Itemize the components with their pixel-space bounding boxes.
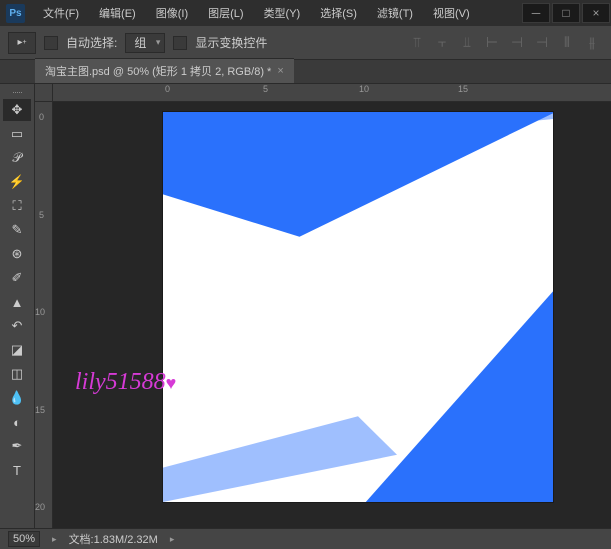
status-menu-arrow-icon[interactable]: ▸ [170, 534, 175, 545]
blur-tool[interactable]: 💧 [3, 387, 31, 409]
brush-tool[interactable]: ✐ [3, 267, 31, 289]
pen-tool[interactable]: ✒ [3, 435, 31, 457]
marquee-tool[interactable]: ▭ [3, 123, 31, 145]
lasso-tool[interactable]: 𝒫 [3, 147, 31, 169]
maximize-button[interactable]: □ [552, 3, 580, 23]
ruler-tick: 10 [35, 307, 45, 317]
type-tool[interactable]: T [3, 459, 31, 481]
menu-bar: 文件(F) 编辑(E) 图像(I) 图层(L) 类型(Y) 选择(S) 滤镜(T… [33, 1, 480, 25]
align-left-icon[interactable]: ⊢ [481, 32, 503, 54]
menu-view[interactable]: 视图(V) [423, 1, 480, 25]
app-logo: Ps [6, 4, 25, 23]
menu-type[interactable]: 类型(Y) [254, 1, 311, 25]
show-transform-checkbox[interactable] [173, 36, 187, 50]
zoom-level-field[interactable]: 50% [8, 531, 40, 547]
menu-layer[interactable]: 图层(L) [198, 1, 253, 25]
ruler-tick: 5 [263, 84, 268, 94]
menu-edit[interactable]: 编辑(E) [89, 1, 146, 25]
document-tab-title: 淘宝主图.psd @ 50% (矩形 1 拷贝 2, RGB/8) * [45, 63, 271, 79]
menu-image[interactable]: 图像(I) [146, 1, 198, 25]
window-controls: ─ □ × [521, 3, 611, 23]
history-brush-tool[interactable]: ↶ [3, 315, 31, 337]
show-transform-label: 显示变换控件 [195, 34, 267, 51]
auto-select-checkbox[interactable] [44, 36, 58, 50]
document-canvas[interactable] [163, 112, 553, 502]
watermark-text: lily51588♥ [75, 369, 176, 396]
current-tool-indicator[interactable]: ▸+ [8, 32, 36, 54]
align-right-icon[interactable]: ⊣ [531, 32, 553, 54]
ruler-tick: 0 [165, 84, 170, 94]
tab-close-icon[interactable]: × [277, 65, 283, 77]
distribute-v-icon[interactable]: ⫵ [581, 32, 603, 54]
align-top-icon[interactable]: ⫪ [406, 32, 428, 54]
select-mode-dropdown[interactable]: 组 [125, 33, 165, 53]
status-bar: 50% ▸ 文档:1.83M/2.32M ▸ [0, 528, 611, 549]
document-tab-bar: 淘宝主图.psd @ 50% (矩形 1 拷贝 2, RGB/8) * × [0, 60, 611, 84]
menu-file[interactable]: 文件(F) [33, 1, 89, 25]
move-tool[interactable]: ✥ [3, 99, 31, 121]
doc-size-label: 文档:1.83M/2.32M [69, 531, 158, 547]
auto-select-label: 自动选择: [66, 34, 117, 51]
document-tab[interactable]: 淘宝主图.psd @ 50% (矩形 1 拷贝 2, RGB/8) * × [35, 58, 294, 83]
title-bar: Ps 文件(F) 编辑(E) 图像(I) 图层(L) 类型(Y) 选择(S) 滤… [0, 0, 611, 26]
ruler-tick: 15 [35, 405, 45, 415]
close-button[interactable]: × [582, 3, 610, 23]
canvas-area: 0 5 10 15 0 5 10 15 20 lily51588♥ [35, 84, 611, 528]
minimize-button[interactable]: ─ [522, 3, 550, 23]
eyedropper-tool[interactable]: ✎ [3, 219, 31, 241]
ruler-tick: 5 [39, 210, 44, 220]
crop-tool[interactable]: ⛶ [3, 195, 31, 217]
ruler-tick: 0 [39, 112, 44, 122]
eraser-tool[interactable]: ◪ [3, 339, 31, 361]
zoom-menu-arrow-icon[interactable]: ▸ [52, 534, 57, 545]
tools-panel: ✥ ▭ 𝒫 ⚡ ⛶ ✎ ⊛ ✐ ▲ ↶ ◪ ◫ 💧 ◐ ✒ T [0, 84, 35, 528]
menu-filter[interactable]: 滤镜(T) [367, 1, 423, 25]
ruler-tick: 20 [35, 502, 45, 512]
vertical-ruler[interactable]: 0 5 10 15 20 [35, 102, 53, 528]
options-bar: ▸+ 自动选择: 组 显示变换控件 ⫪ ⫟ ⫫ ⊢ ⊣ ⊣ ⫴ ⫵ [0, 26, 611, 60]
align-hcenter-icon[interactable]: ⊣ [506, 32, 528, 54]
magic-wand-tool[interactable]: ⚡ [3, 171, 31, 193]
dodge-tool[interactable]: ◐ [3, 411, 31, 433]
distribute-h-icon[interactable]: ⫴ [556, 32, 578, 54]
menu-select[interactable]: 选择(S) [310, 1, 367, 25]
healing-brush-tool[interactable]: ⊛ [3, 243, 31, 265]
ruler-tick: 15 [458, 84, 468, 94]
panel-grip-icon[interactable] [2, 88, 32, 96]
align-buttons: ⫪ ⫟ ⫫ ⊢ ⊣ ⊣ ⫴ ⫵ [406, 32, 603, 54]
gradient-tool[interactable]: ◫ [3, 363, 31, 385]
align-vcenter-icon[interactable]: ⫟ [431, 32, 453, 54]
align-bottom-icon[interactable]: ⫫ [456, 32, 478, 54]
ruler-tick: 10 [359, 84, 369, 94]
horizontal-ruler[interactable]: 0 5 10 15 [53, 84, 611, 102]
clone-stamp-tool[interactable]: ▲ [3, 291, 31, 313]
shape-blue-top [163, 112, 553, 237]
workspace: ✥ ▭ 𝒫 ⚡ ⛶ ✎ ⊛ ✐ ▲ ↶ ◪ ◫ 💧 ◐ ✒ T 0 5 10 1… [0, 84, 611, 528]
shape-blue-bottom [319, 291, 553, 502]
ruler-origin[interactable] [35, 84, 53, 102]
